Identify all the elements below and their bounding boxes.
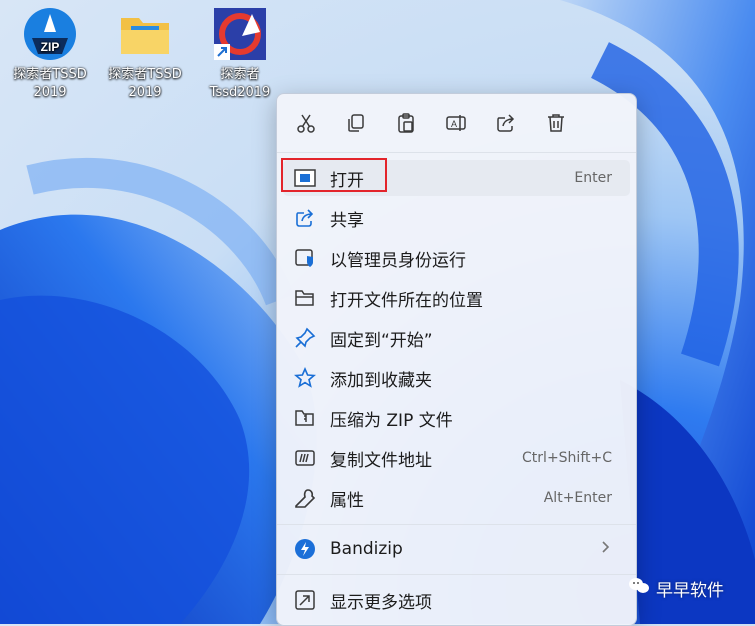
- folder-open-icon: [293, 286, 317, 310]
- svg-text:ZIP: ZIP: [41, 40, 60, 54]
- desktop-icon-tssd-shortcut[interactable]: 探索者 Tssd2019: [192, 6, 288, 102]
- desktop-icon-label: 2019: [33, 85, 67, 100]
- submenu-chevron-icon: [600, 540, 610, 558]
- copy-path-icon: [293, 446, 317, 470]
- menu-item-shortcut: Alt+Enter: [543, 490, 612, 506]
- admin-shield-icon: [293, 246, 317, 270]
- menu-item-open-file-location[interactable]: 打开文件所在的位置: [283, 280, 630, 316]
- menu-item-label: 复制文件地址: [330, 450, 432, 471]
- desktop-icon-label: 探索者TSSD: [13, 67, 87, 82]
- desktop-icon-tssd-zip[interactable]: ZIP 探索者TSSD 2019: [2, 6, 98, 102]
- desktop-icon-label: 探索者: [220, 67, 260, 82]
- menu-item-add-to-favorites[interactable]: 添加到收藏夹: [283, 360, 630, 396]
- menu-item-label: 添加到收藏夹: [330, 370, 432, 391]
- menu-item-label: 压缩为 ZIP 文件: [330, 410, 453, 431]
- menu-divider: [277, 574, 636, 575]
- menu-item-label: 共享: [330, 210, 364, 231]
- menu-item-show-more-options[interactable]: 显示更多选项: [283, 582, 630, 618]
- share-icon[interactable]: [493, 110, 519, 136]
- pin-icon: [293, 326, 317, 350]
- paste-icon[interactable]: [393, 110, 419, 136]
- menu-item-share[interactable]: 共享: [283, 200, 630, 236]
- desktop-icon-tssd-folder[interactable]: 探索者TSSD 2019: [97, 6, 193, 102]
- context-menu: A 打开 Enter 共享 以管理员身份运行 打开文件所在的位置 固定到“开始”…: [276, 93, 637, 626]
- menu-item-label: 固定到“开始”: [330, 330, 433, 351]
- rename-icon[interactable]: A: [443, 110, 469, 136]
- zip-folder-icon: [293, 406, 317, 430]
- menu-item-shortcut: Enter: [574, 170, 612, 186]
- menu-item-label: 属性: [330, 490, 364, 511]
- menu-item-bandizip[interactable]: Bandizip: [283, 531, 630, 567]
- context-menu-toolbar: A: [277, 94, 636, 152]
- cut-icon[interactable]: [293, 110, 319, 136]
- watermark-text: 早早软件: [656, 581, 724, 601]
- star-icon: [293, 366, 317, 390]
- menu-item-copy-path[interactable]: 复制文件地址 Ctrl+Shift+C: [283, 440, 630, 476]
- wechat-icon: [628, 576, 650, 601]
- desktop-icon-label: 2019: [128, 85, 162, 100]
- folder-icon: [117, 6, 173, 62]
- menu-item-label: Bandizip: [330, 539, 403, 559]
- menu-item-pin-to-start[interactable]: 固定到“开始”: [283, 320, 630, 356]
- bandizip-icon: [293, 537, 317, 561]
- zip-archive-icon: ZIP: [22, 6, 78, 62]
- desktop-icon-label: Tssd2019: [209, 85, 271, 100]
- menu-item-run-as-admin[interactable]: 以管理员身份运行: [283, 240, 630, 276]
- desktop-icon-label: 探索者TSSD: [108, 67, 182, 82]
- menu-item-label: 以管理员身份运行: [330, 250, 466, 271]
- tssd-app-shortcut-icon: [212, 6, 268, 62]
- share-icon: [293, 206, 317, 230]
- copy-icon[interactable]: [343, 110, 369, 136]
- highlight-box: [281, 158, 387, 192]
- watermark: 早早软件: [628, 576, 724, 601]
- wrench-icon: [293, 486, 317, 510]
- menu-item-label: 显示更多选项: [330, 592, 432, 613]
- delete-icon[interactable]: [543, 110, 569, 136]
- menu-divider: [277, 152, 636, 153]
- menu-divider: [277, 524, 636, 525]
- menu-item-properties[interactable]: 属性 Alt+Enter: [283, 480, 630, 516]
- menu-item-label: 打开文件所在的位置: [330, 290, 483, 311]
- more-options-icon: [293, 588, 317, 612]
- svg-text:A: A: [451, 119, 457, 129]
- menu-item-compress-zip[interactable]: 压缩为 ZIP 文件: [283, 400, 630, 436]
- menu-item-shortcut: Ctrl+Shift+C: [522, 450, 612, 466]
